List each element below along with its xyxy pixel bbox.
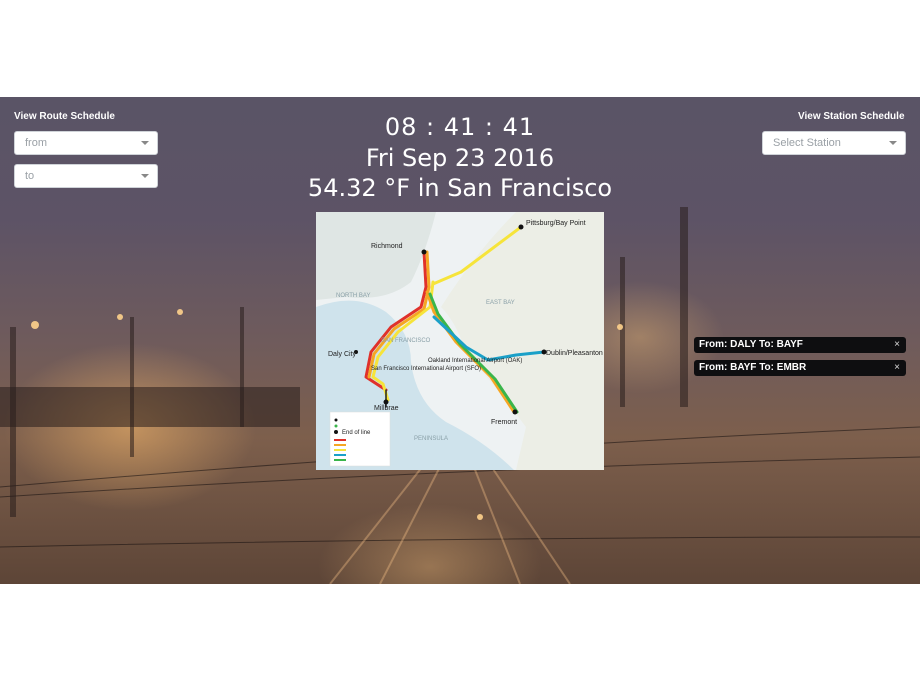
- chevron-down-icon: [889, 141, 897, 145]
- map-legend-end-of-line: End of line: [342, 430, 371, 436]
- saved-route-item[interactable]: From: BAYF To: EMBR ×: [694, 360, 906, 376]
- bart-system-map: Richmond Pittsburg/Bay Point NORTH BAY E…: [316, 212, 604, 472]
- map-label-richmond: Richmond: [371, 243, 403, 250]
- saved-route-label: From: BAYF To: EMBR: [699, 362, 807, 373]
- map-label-east-bay: EAST BAY: [486, 300, 515, 306]
- bart-map-graphic: Richmond Pittsburg/Bay Point NORTH BAY E…: [316, 212, 604, 472]
- map-label-sfo: San Francisco International Airport (SFO…: [371, 366, 481, 372]
- hero-background: View Route Schedule from to View Station…: [0, 97, 920, 584]
- close-icon[interactable]: ×: [894, 337, 900, 353]
- chevron-down-icon: [141, 141, 149, 145]
- map-label-peninsula: PENINSULA: [414, 436, 448, 442]
- saved-route-item[interactable]: From: DALY To: BAYF ×: [694, 337, 906, 353]
- map-label-daly-city: Daly City: [328, 351, 357, 358]
- map-label-dublin: Dublin/Pleasanton: [546, 350, 603, 357]
- from-select[interactable]: from: [14, 131, 158, 155]
- station-schedule-title: View Station Schedule: [798, 111, 905, 122]
- map-label-pittsburg: Pittsburg/Bay Point: [526, 220, 586, 227]
- map-label-oak: Oakland International Airport (OAK): [428, 358, 522, 364]
- map-legend: End of line: [329, 411, 391, 467]
- weather-readout: 54.32 °F in San Francisco: [307, 174, 613, 202]
- map-label-north-bay: NORTH BAY: [336, 293, 370, 299]
- saved-route-label: From: DALY To: BAYF: [699, 339, 803, 350]
- map-label-fremont: Fremont: [491, 419, 517, 426]
- chevron-down-icon: [141, 174, 149, 178]
- map-label-san-francisco: SAN FRANCISCO: [381, 338, 431, 344]
- station-select[interactable]: Select Station: [762, 131, 906, 155]
- map-label-millbrae: Millbrae: [374, 405, 399, 412]
- close-icon[interactable]: ×: [894, 360, 900, 376]
- to-select[interactable]: to: [14, 164, 158, 188]
- route-schedule-title: View Route Schedule: [14, 111, 115, 122]
- to-select-placeholder: to: [25, 170, 35, 182]
- from-select-placeholder: from: [25, 137, 47, 149]
- station-select-placeholder: Select Station: [773, 137, 841, 149]
- clock: 08 : 41 : 41: [384, 113, 536, 141]
- current-date: Fri Sep 23 2016: [365, 144, 555, 172]
